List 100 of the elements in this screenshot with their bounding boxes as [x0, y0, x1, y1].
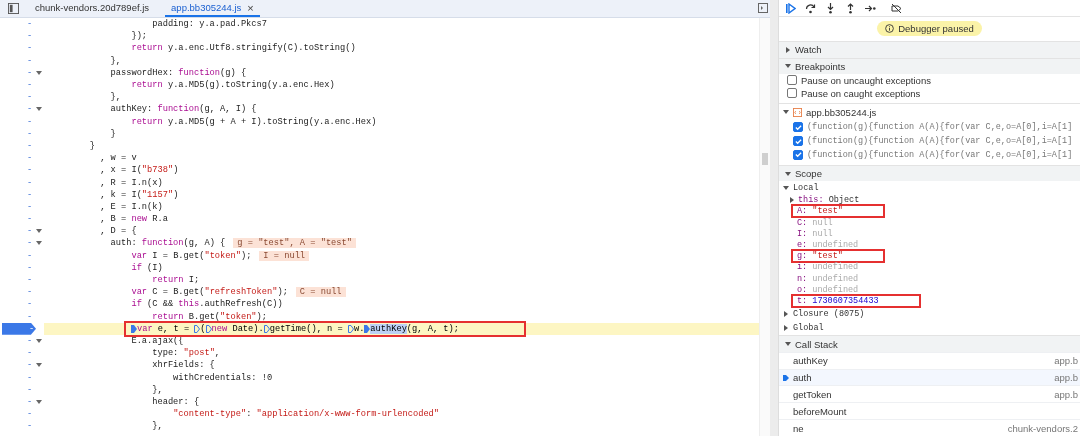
line-number: - [27, 92, 33, 103]
scope-variable[interactable]: n: undefined [797, 273, 859, 284]
code-line: return I; [151, 275, 200, 286]
close-icon[interactable]: × [247, 1, 254, 14]
call-frame[interactable]: authKey app.b [779, 351, 1080, 369]
fold-caret-icon[interactable] [36, 398, 42, 405]
file-tab[interactable]: app.bb305244.js × [165, 0, 260, 17]
code-text: authKey [370, 323, 407, 334]
line-number: - [27, 421, 33, 432]
scope-variable[interactable]: A: "test" [793, 206, 883, 217]
line-number: - [27, 335, 33, 346]
code-line: withCredentials: !0 [172, 372, 273, 383]
checkbox[interactable] [787, 75, 797, 86]
line-number: - [27, 348, 33, 359]
scope-variable[interactable]: o: undefined [797, 284, 859, 295]
caret-icon[interactable] [789, 197, 795, 204]
code-line: type: "post", [151, 348, 221, 359]
step-out-icon[interactable] [845, 2, 856, 14]
call-frame[interactable]: ne chunk-vendors.2 [779, 419, 1080, 436]
breakpoint-code[interactable]: (function(g){function A(A){for(var C,e,o=A[0],i=A[1] [807, 149, 1073, 160]
deactivate-breakpoints-icon[interactable] [891, 2, 902, 14]
line-number: - [27, 299, 33, 310]
panel-toggle-icon[interactable] [758, 3, 768, 13]
checkbox[interactable] [793, 136, 803, 147]
line-number: - [27, 31, 33, 42]
line-number: - [27, 238, 33, 249]
code-line: return y.a.enc.Utf8.stringify(C).toString() [130, 43, 356, 54]
code-line: return B.get("token"); [151, 311, 267, 322]
caret-icon[interactable] [783, 325, 789, 332]
checkbox[interactable] [787, 88, 797, 99]
fold-caret-icon[interactable] [36, 337, 42, 344]
code-line: , w = v [99, 153, 137, 164]
caret-icon[interactable] [785, 341, 791, 348]
breakpoint-location-icon[interactable] [263, 324, 270, 333]
resume-icon[interactable] [785, 2, 796, 14]
line-number: - [27, 396, 33, 407]
file-tab[interactable]: chunk-vendors.20d789ef.js [29, 0, 156, 17]
fold-caret-icon[interactable] [36, 69, 42, 76]
call-frame[interactable]: getToken app.b [779, 385, 1080, 403]
caret-icon[interactable] [785, 63, 791, 70]
scope-group[interactable]: Global [793, 323, 824, 334]
breakpoint-location-icon[interactable] [347, 324, 354, 333]
code-text: w. [353, 323, 365, 334]
fold-caret-icon[interactable] [36, 240, 42, 247]
line-number: - [27, 384, 33, 395]
checkbox[interactable] [793, 149, 803, 160]
breakpoint-location-icon[interactable] [131, 324, 137, 333]
status-text: Debugger paused [898, 23, 974, 35]
section-header[interactable]: Watch [779, 41, 1080, 58]
call-frame[interactable]: auth app.b [779, 368, 1080, 386]
line-number: - [27, 360, 33, 371]
scope-variable[interactable]: i: undefined [797, 262, 859, 273]
scope-group[interactable]: Local [793, 182, 819, 193]
caret-icon[interactable] [783, 310, 789, 317]
breakpoint-location-icon[interactable] [205, 324, 212, 333]
scrollbar-thumb[interactable] [762, 153, 768, 165]
scope-group[interactable]: Closure (8075) [793, 308, 865, 319]
line-number: - [27, 80, 33, 91]
code-line: if (I) [130, 262, 163, 273]
caret-icon[interactable] [783, 184, 789, 191]
breakpoint-code[interactable]: (function(g){function A(A){for(var C,e,o=A[0],i=A[1] [807, 136, 1073, 147]
line-number: - [27, 287, 33, 298]
option-label: Pause on caught exceptions [801, 87, 921, 99]
caret-icon[interactable] [785, 170, 791, 177]
breakpoint-code[interactable]: (function(g){function A(A){for(var C,e,o=A[0],i=A[1] [807, 122, 1073, 133]
code-line: , B = new R.a [99, 214, 168, 225]
scope-variable[interactable]: I: null [797, 228, 833, 239]
scope-variable[interactable]: C: null [797, 217, 833, 228]
code-line: padding: y.a.pad.Pkcs7 [151, 19, 267, 30]
line-number: - [27, 43, 33, 54]
fold-caret-icon[interactable] [36, 228, 42, 235]
scope-variable[interactable]: t: 1730607354433 [793, 296, 919, 307]
inline-value: I = null [259, 250, 310, 261]
line-number: - [27, 409, 33, 420]
step-into-icon[interactable] [825, 2, 836, 14]
call-frame[interactable]: beforeMount [779, 402, 1080, 420]
scope-variable[interactable]: e: undefined [797, 240, 859, 251]
section-header[interactable]: Scope [779, 164, 1080, 182]
code-text: getTime(), n = [269, 323, 344, 334]
fold-caret-icon[interactable] [36, 362, 42, 369]
fold-caret-icon[interactable] [36, 106, 42, 113]
line-number: - [27, 262, 33, 273]
checkbox[interactable] [793, 122, 803, 133]
code-line: }, [109, 92, 121, 103]
code-line: var C = B.get("refreshToken"); [130, 287, 288, 298]
step-over-icon[interactable] [805, 2, 816, 14]
scope-variable[interactable]: this: Object [798, 195, 860, 206]
code-text: ( [200, 323, 206, 334]
code-line: , x = I("b738") [99, 165, 179, 176]
scrollbar-track[interactable] [770, 0, 778, 436]
line-number: - [27, 189, 33, 200]
sidebar-toggle-icon[interactable] [8, 3, 19, 14]
code-line: } [109, 128, 116, 139]
caret-icon[interactable] [785, 46, 791, 53]
breakpoint-location-icon[interactable] [194, 324, 201, 333]
caret-icon[interactable] [783, 109, 789, 116]
file-name[interactable]: app.bb305244.js [806, 106, 877, 118]
line-number: - [27, 311, 33, 322]
scope-variable[interactable]: g: "test" [793, 251, 883, 262]
section-header[interactable]: Call Stack [779, 335, 1080, 352]
